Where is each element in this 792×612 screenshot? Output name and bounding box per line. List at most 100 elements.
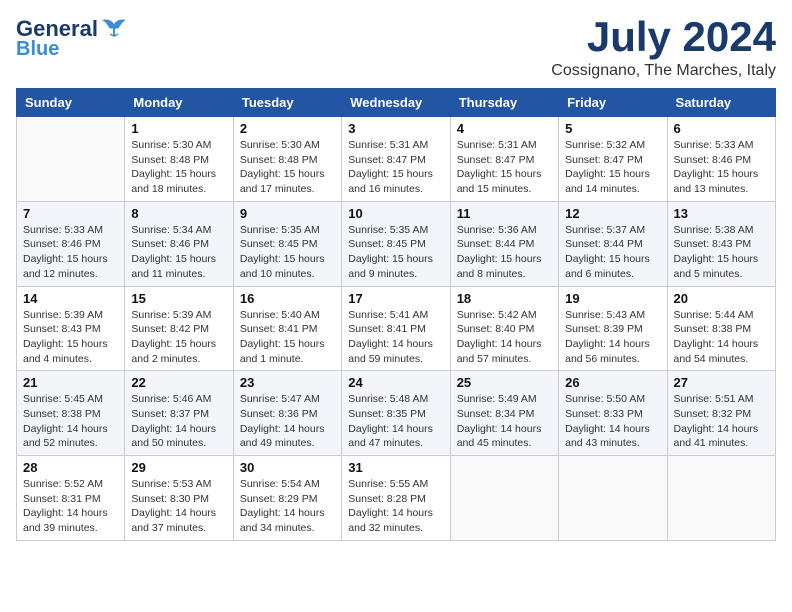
day-info: Sunrise: 5:40 AM Sunset: 8:41 PM Dayligh… (240, 308, 335, 367)
calendar-cell-w1-d5: 4 Sunrise: 5:31 AM Sunset: 8:47 PM Daylig… (450, 117, 558, 202)
title-area: July 2024 Cossignano, The Marches, Italy (551, 16, 776, 80)
day-number: 30 (240, 460, 335, 475)
calendar-cell-w1-d1 (17, 117, 125, 202)
day-info: Sunrise: 5:34 AM Sunset: 8:46 PM Dayligh… (131, 223, 226, 282)
day-number: 29 (131, 460, 226, 475)
calendar-cell-w3-d3: 16 Sunrise: 5:40 AM Sunset: 8:41 PM Dayli… (233, 286, 341, 371)
day-number: 8 (131, 206, 226, 221)
day-number: 21 (23, 375, 118, 390)
day-number: 28 (23, 460, 118, 475)
week-row-4: 21 Sunrise: 5:45 AM Sunset: 8:38 PM Dayli… (17, 371, 776, 456)
day-number: 31 (348, 460, 443, 475)
calendar-cell-w4-d4: 24 Sunrise: 5:48 AM Sunset: 8:35 PM Dayli… (342, 371, 450, 456)
day-number: 19 (565, 291, 660, 306)
calendar-cell-w1-d2: 1Sunrise: 5:30 AM Sunset: 8:48 PM Daylig… (125, 117, 233, 202)
logo-bird-icon (100, 16, 128, 38)
day-info: Sunrise: 5:48 AM Sunset: 8:35 PM Dayligh… (348, 392, 443, 451)
day-info: Sunrise: 5:32 AM Sunset: 8:47 PM Dayligh… (565, 138, 660, 197)
day-info: Sunrise: 5:39 AM Sunset: 8:42 PM Dayligh… (131, 308, 226, 367)
week-row-5: 28 Sunrise: 5:52 AM Sunset: 8:31 PM Dayli… (17, 456, 776, 541)
day-info: Sunrise: 5:31 AM Sunset: 8:47 PM Dayligh… (348, 138, 443, 197)
day-number: 15 (131, 291, 226, 306)
calendar-cell-w2-d7: 13 Sunrise: 5:38 AM Sunset: 8:43 PM Dayli… (667, 201, 775, 286)
logo-blue: Blue (16, 38, 59, 61)
day-info: Sunrise: 5:35 AM Sunset: 8:45 PM Dayligh… (240, 223, 335, 282)
day-info: Sunrise: 5:31 AM Sunset: 8:47 PM Dayligh… (457, 138, 552, 197)
day-number: 11 (457, 206, 552, 221)
calendar-cell-w2-d3: 9 Sunrise: 5:35 AM Sunset: 8:45 PM Daylig… (233, 201, 341, 286)
calendar-cell-w4-d6: 26 Sunrise: 5:50 AM Sunset: 8:33 PM Dayli… (559, 371, 667, 456)
day-number: 14 (23, 291, 118, 306)
calendar-cell-w3-d5: 18Sunrise: 5:42 AM Sunset: 8:40 PM Dayli… (450, 286, 558, 371)
calendar-cell-w1-d3: 2 Sunrise: 5:30 AM Sunset: 8:48 PM Daylig… (233, 117, 341, 202)
day-info: Sunrise: 5:33 AM Sunset: 8:46 PM Dayligh… (674, 138, 769, 197)
day-number: 2 (240, 121, 335, 136)
day-info: Sunrise: 5:30 AM Sunset: 8:48 PM Dayligh… (131, 138, 226, 197)
calendar-cell-w5-d5 (450, 456, 558, 541)
month-title: July 2024 (551, 16, 776, 58)
calendar-cell-w4-d3: 23 Sunrise: 5:47 AM Sunset: 8:36 PM Dayli… (233, 371, 341, 456)
header-tuesday: Tuesday (233, 89, 341, 117)
day-number: 26 (565, 375, 660, 390)
calendar-cell-w4-d1: 21 Sunrise: 5:45 AM Sunset: 8:38 PM Dayli… (17, 371, 125, 456)
day-info: Sunrise: 5:41 AM Sunset: 8:41 PM Dayligh… (348, 308, 443, 367)
page-header: General Blue July 2024 Cossignano, The M… (16, 16, 776, 80)
calendar-cell-w3-d7: 20 Sunrise: 5:44 AM Sunset: 8:38 PM Dayli… (667, 286, 775, 371)
day-info: Sunrise: 5:52 AM Sunset: 8:31 PM Dayligh… (23, 477, 118, 536)
day-info: Sunrise: 5:50 AM Sunset: 8:33 PM Dayligh… (565, 392, 660, 451)
calendar-cell-w2-d1: 7 Sunrise: 5:33 AM Sunset: 8:46 PM Daylig… (17, 201, 125, 286)
day-number: 20 (674, 291, 769, 306)
day-number: 22 (131, 375, 226, 390)
calendar-cell-w1-d6: 5 Sunrise: 5:32 AM Sunset: 8:47 PM Daylig… (559, 117, 667, 202)
day-number: 5 (565, 121, 660, 136)
day-info: Sunrise: 5:53 AM Sunset: 8:30 PM Dayligh… (131, 477, 226, 536)
day-number: 6 (674, 121, 769, 136)
calendar-cell-w4-d2: 22 Sunrise: 5:46 AM Sunset: 8:37 PM Dayli… (125, 371, 233, 456)
calendar-cell-w5-d4: 31Sunrise: 5:55 AM Sunset: 8:28 PM Dayli… (342, 456, 450, 541)
day-number: 24 (348, 375, 443, 390)
day-info: Sunrise: 5:38 AM Sunset: 8:43 PM Dayligh… (674, 223, 769, 282)
day-info: Sunrise: 5:54 AM Sunset: 8:29 PM Dayligh… (240, 477, 335, 536)
day-info: Sunrise: 5:49 AM Sunset: 8:34 PM Dayligh… (457, 392, 552, 451)
day-info: Sunrise: 5:45 AM Sunset: 8:38 PM Dayligh… (23, 392, 118, 451)
day-number: 10 (348, 206, 443, 221)
calendar-cell-w1-d7: 6 Sunrise: 5:33 AM Sunset: 8:46 PM Daylig… (667, 117, 775, 202)
day-info: Sunrise: 5:44 AM Sunset: 8:38 PM Dayligh… (674, 308, 769, 367)
day-info: Sunrise: 5:36 AM Sunset: 8:44 PM Dayligh… (457, 223, 552, 282)
day-number: 27 (674, 375, 769, 390)
day-number: 3 (348, 121, 443, 136)
calendar-cell-w3-d6: 19 Sunrise: 5:43 AM Sunset: 8:39 PM Dayli… (559, 286, 667, 371)
calendar-cell-w5-d2: 29 Sunrise: 5:53 AM Sunset: 8:30 PM Dayli… (125, 456, 233, 541)
calendar-cell-w5-d3: 30 Sunrise: 5:54 AM Sunset: 8:29 PM Dayli… (233, 456, 341, 541)
header-sunday: Sunday (17, 89, 125, 117)
calendar-cell-w2-d4: 10 Sunrise: 5:35 AM Sunset: 8:45 PM Dayli… (342, 201, 450, 286)
day-info: Sunrise: 5:35 AM Sunset: 8:45 PM Dayligh… (348, 223, 443, 282)
day-info: Sunrise: 5:30 AM Sunset: 8:48 PM Dayligh… (240, 138, 335, 197)
day-info: Sunrise: 5:46 AM Sunset: 8:37 PM Dayligh… (131, 392, 226, 451)
day-number: 4 (457, 121, 552, 136)
calendar-cell-w3-d4: 17Sunrise: 5:41 AM Sunset: 8:41 PM Dayli… (342, 286, 450, 371)
day-info: Sunrise: 5:43 AM Sunset: 8:39 PM Dayligh… (565, 308, 660, 367)
weekday-header-row: Sunday Monday Tuesday Wednesday Thursday… (17, 89, 776, 117)
header-friday: Friday (559, 89, 667, 117)
calendar-cell-w4-d5: 25Sunrise: 5:49 AM Sunset: 8:34 PM Dayli… (450, 371, 558, 456)
week-row-1: 1Sunrise: 5:30 AM Sunset: 8:48 PM Daylig… (17, 117, 776, 202)
day-number: 13 (674, 206, 769, 221)
day-info: Sunrise: 5:33 AM Sunset: 8:46 PM Dayligh… (23, 223, 118, 282)
day-info: Sunrise: 5:47 AM Sunset: 8:36 PM Dayligh… (240, 392, 335, 451)
calendar-cell-w5-d7 (667, 456, 775, 541)
day-info: Sunrise: 5:39 AM Sunset: 8:43 PM Dayligh… (23, 308, 118, 367)
header-thursday: Thursday (450, 89, 558, 117)
day-number: 7 (23, 206, 118, 221)
day-number: 9 (240, 206, 335, 221)
calendar-cell-w1-d4: 3 Sunrise: 5:31 AM Sunset: 8:47 PM Daylig… (342, 117, 450, 202)
calendar-cell-w2-d5: 11 Sunrise: 5:36 AM Sunset: 8:44 PM Dayli… (450, 201, 558, 286)
day-number: 16 (240, 291, 335, 306)
header-monday: Monday (125, 89, 233, 117)
calendar-cell-w3-d2: 15 Sunrise: 5:39 AM Sunset: 8:42 PM Dayli… (125, 286, 233, 371)
calendar-cell-w3-d1: 14 Sunrise: 5:39 AM Sunset: 8:43 PM Dayli… (17, 286, 125, 371)
calendar-table: Sunday Monday Tuesday Wednesday Thursday… (16, 88, 776, 541)
day-info: Sunrise: 5:37 AM Sunset: 8:44 PM Dayligh… (565, 223, 660, 282)
day-number: 23 (240, 375, 335, 390)
week-row-2: 7 Sunrise: 5:33 AM Sunset: 8:46 PM Daylig… (17, 201, 776, 286)
